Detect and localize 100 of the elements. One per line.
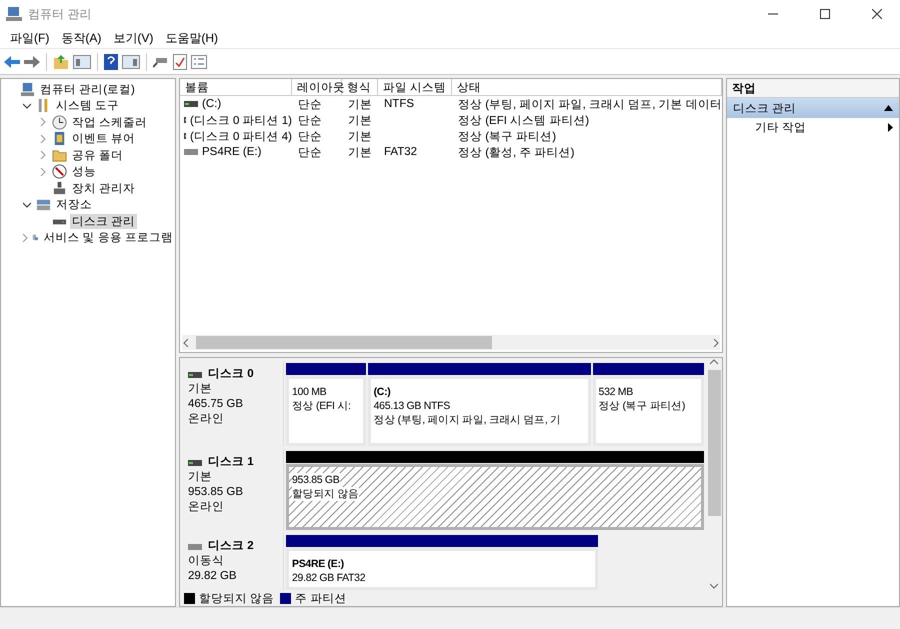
table-cell-text: 정상 (활성, 주 파티션): [458, 146, 574, 160]
collapse-chevron-icon[interactable]: [23, 200, 31, 209]
table-cell: FAT32: [384, 146, 418, 158]
expand-chevron-icon[interactable]: [39, 118, 47, 126]
disk-name: 디스크 0: [208, 367, 254, 382]
column-header[interactable]: 레이아웃: [292, 79, 342, 96]
submenu-arrow-icon: [888, 122, 893, 132]
drive-icon: [188, 372, 202, 378]
column-header[interactable]: 파일 시스템: [378, 79, 452, 96]
table-cell-text: 기본: [348, 114, 372, 128]
column-header[interactable]: 상태: [452, 79, 722, 96]
partition-text: 할당되지 않음: [292, 487, 359, 502]
folder-icon: [52, 148, 67, 163]
table-cell-text: 단순: [298, 98, 322, 112]
legend-label: 주 파티션: [295, 592, 346, 606]
table-cell-text: (디스크 0 파티션 1): [190, 114, 292, 128]
scroll-right-icon[interactable]: [712, 338, 720, 346]
tree-item[interactable]: 작업 스케줄러: [70, 114, 150, 130]
computer-icon: [20, 82, 35, 97]
table-cell-text: 기본: [348, 98, 372, 112]
help-icon[interactable]: [104, 54, 118, 70]
clock-icon: [52, 114, 67, 130]
drive-icon: [188, 460, 202, 466]
storage-icon: [36, 197, 51, 212]
action-item[interactable]: 기타 작업: [727, 118, 899, 136]
expand-chevron-icon[interactable]: [39, 168, 47, 176]
table-cell-text: (디스크 0 파티션 4): [190, 130, 292, 144]
collapse-chevron-icon[interactable]: [23, 102, 31, 110]
partition-label: (C:): [374, 385, 390, 399]
console-tree-icon[interactable]: [73, 54, 91, 70]
partition-box[interactable]: (C:) 465.13 GB NTFS 정상 (부팅, 페이지 파일, 크래시 덤프, 기: [368, 376, 591, 446]
table-cell: (C:): [202, 98, 222, 110]
scroll-up-icon[interactable]: [710, 358, 718, 366]
tree-item[interactable]: 공유 폴더: [70, 148, 126, 163]
forward-arrow-icon[interactable]: [24, 54, 40, 68]
drive-icon: [184, 101, 198, 107]
up-folder-icon[interactable]: [53, 54, 69, 70]
removable-drive-icon: [184, 149, 198, 155]
window-title: 컴퓨터 관리: [28, 6, 92, 22]
expand-chevron-icon[interactable]: [39, 151, 47, 160]
table-cell-text: 정상 (EFI 시스템 파티션): [458, 114, 590, 128]
expand-chevron-icon[interactable]: [21, 234, 29, 242]
table-cell-text: 정상 (복구 파티션): [458, 130, 556, 144]
properties-icon[interactable]: [191, 54, 207, 68]
table-cell: PS4RE (E:): [202, 146, 262, 158]
tree-item[interactable]: 컴퓨터 관리(로컬): [38, 82, 137, 97]
table-cell-text: 기본: [348, 130, 372, 144]
disk-size: 953.85 GB: [188, 485, 244, 500]
table-cell-text: 기본: [348, 146, 372, 160]
partition-text: 953.85 GB: [292, 473, 340, 488]
partition-label: PS4RE (E:): [292, 557, 344, 572]
legend-label: 할당되지 않음: [199, 592, 274, 606]
table-cell-text: 정상 (부팅, 페이지 파일, 크래시 덤프, 기본 데이터: [458, 98, 722, 112]
table-cell: NTFS: [384, 98, 414, 110]
partition-text: 정상 (복구 파티션): [598, 399, 686, 413]
close-icon[interactable]: [872, 9, 882, 19]
disk-type: 기본: [188, 382, 213, 397]
table-cell-text: 단순: [298, 130, 322, 144]
tree-item[interactable]: 장치 관리자: [70, 180, 138, 196]
menu-item[interactable]: 동작(A): [55, 30, 108, 46]
disk-size: 465.75 GB: [188, 397, 244, 412]
tree-item[interactable]: 시스템 도구: [54, 98, 122, 114]
disk-type: 이동식: [188, 554, 225, 570]
tree-item[interactable]: 디스크 관리: [70, 214, 138, 229]
disk-name: 디스크 1: [208, 455, 254, 470]
disk-name: 디스크 2: [208, 539, 254, 554]
scroll-down-icon[interactable]: [710, 582, 718, 590]
disk-status: 온라인: [188, 500, 225, 516]
partition-text: 465.13 GB NTFS: [374, 399, 450, 413]
expand-chevron-icon[interactable]: [39, 134, 47, 143]
actions-section[interactable]: 디스크 관리: [727, 98, 899, 118]
partition-box[interactable]: 532 MB 정상 (복구 파티션): [592, 376, 704, 446]
disk-status: 온라인: [188, 412, 225, 427]
table-cell-text: 단순: [298, 146, 322, 160]
event-viewer-icon: [52, 131, 67, 146]
menu-item[interactable]: 파일(F): [4, 30, 56, 46]
action-pane-icon[interactable]: [122, 54, 140, 70]
partition-text: 정상 (부팅, 페이지 파일, 크래시 덤프, 기: [374, 413, 561, 427]
partition-box[interactable]: PS4RE (E:) 29.82 GB FAT32: [286, 548, 598, 590]
removable-drive-icon: [188, 544, 202, 550]
tree-item[interactable]: 이벤트 뷰어: [70, 131, 138, 146]
column-header[interactable]: 볼륨: [180, 79, 292, 96]
menu-item[interactable]: 보기(V): [107, 30, 160, 46]
tree-item[interactable]: 서비스 및 응용 프로그램: [41, 230, 175, 246]
scroll-left-icon[interactable]: [182, 338, 190, 346]
partition-box[interactable]: 953.85 GB 할당되지 않음: [286, 464, 704, 530]
section-title: 디스크 관리: [733, 102, 796, 116]
table-cell-text: 단순: [298, 114, 322, 128]
partition-box[interactable]: 100 MB 정상 (EFI 시:: [286, 376, 366, 446]
menu-item[interactable]: 도움말(H): [159, 30, 224, 46]
gauge-icon: [52, 164, 67, 180]
back-arrow-icon[interactable]: [4, 54, 20, 68]
disk-type: 기본: [188, 470, 213, 486]
tree-item[interactable]: 성능: [70, 164, 98, 180]
maximize-icon[interactable]: [820, 9, 830, 19]
disk-size: 29.82 GB: [188, 569, 238, 584]
checklist-page-icon[interactable]: [173, 54, 187, 70]
device-manager-icon: [52, 180, 67, 196]
actions-header: 작업: [727, 79, 899, 98]
tree-item[interactable]: 저장소: [54, 197, 94, 212]
